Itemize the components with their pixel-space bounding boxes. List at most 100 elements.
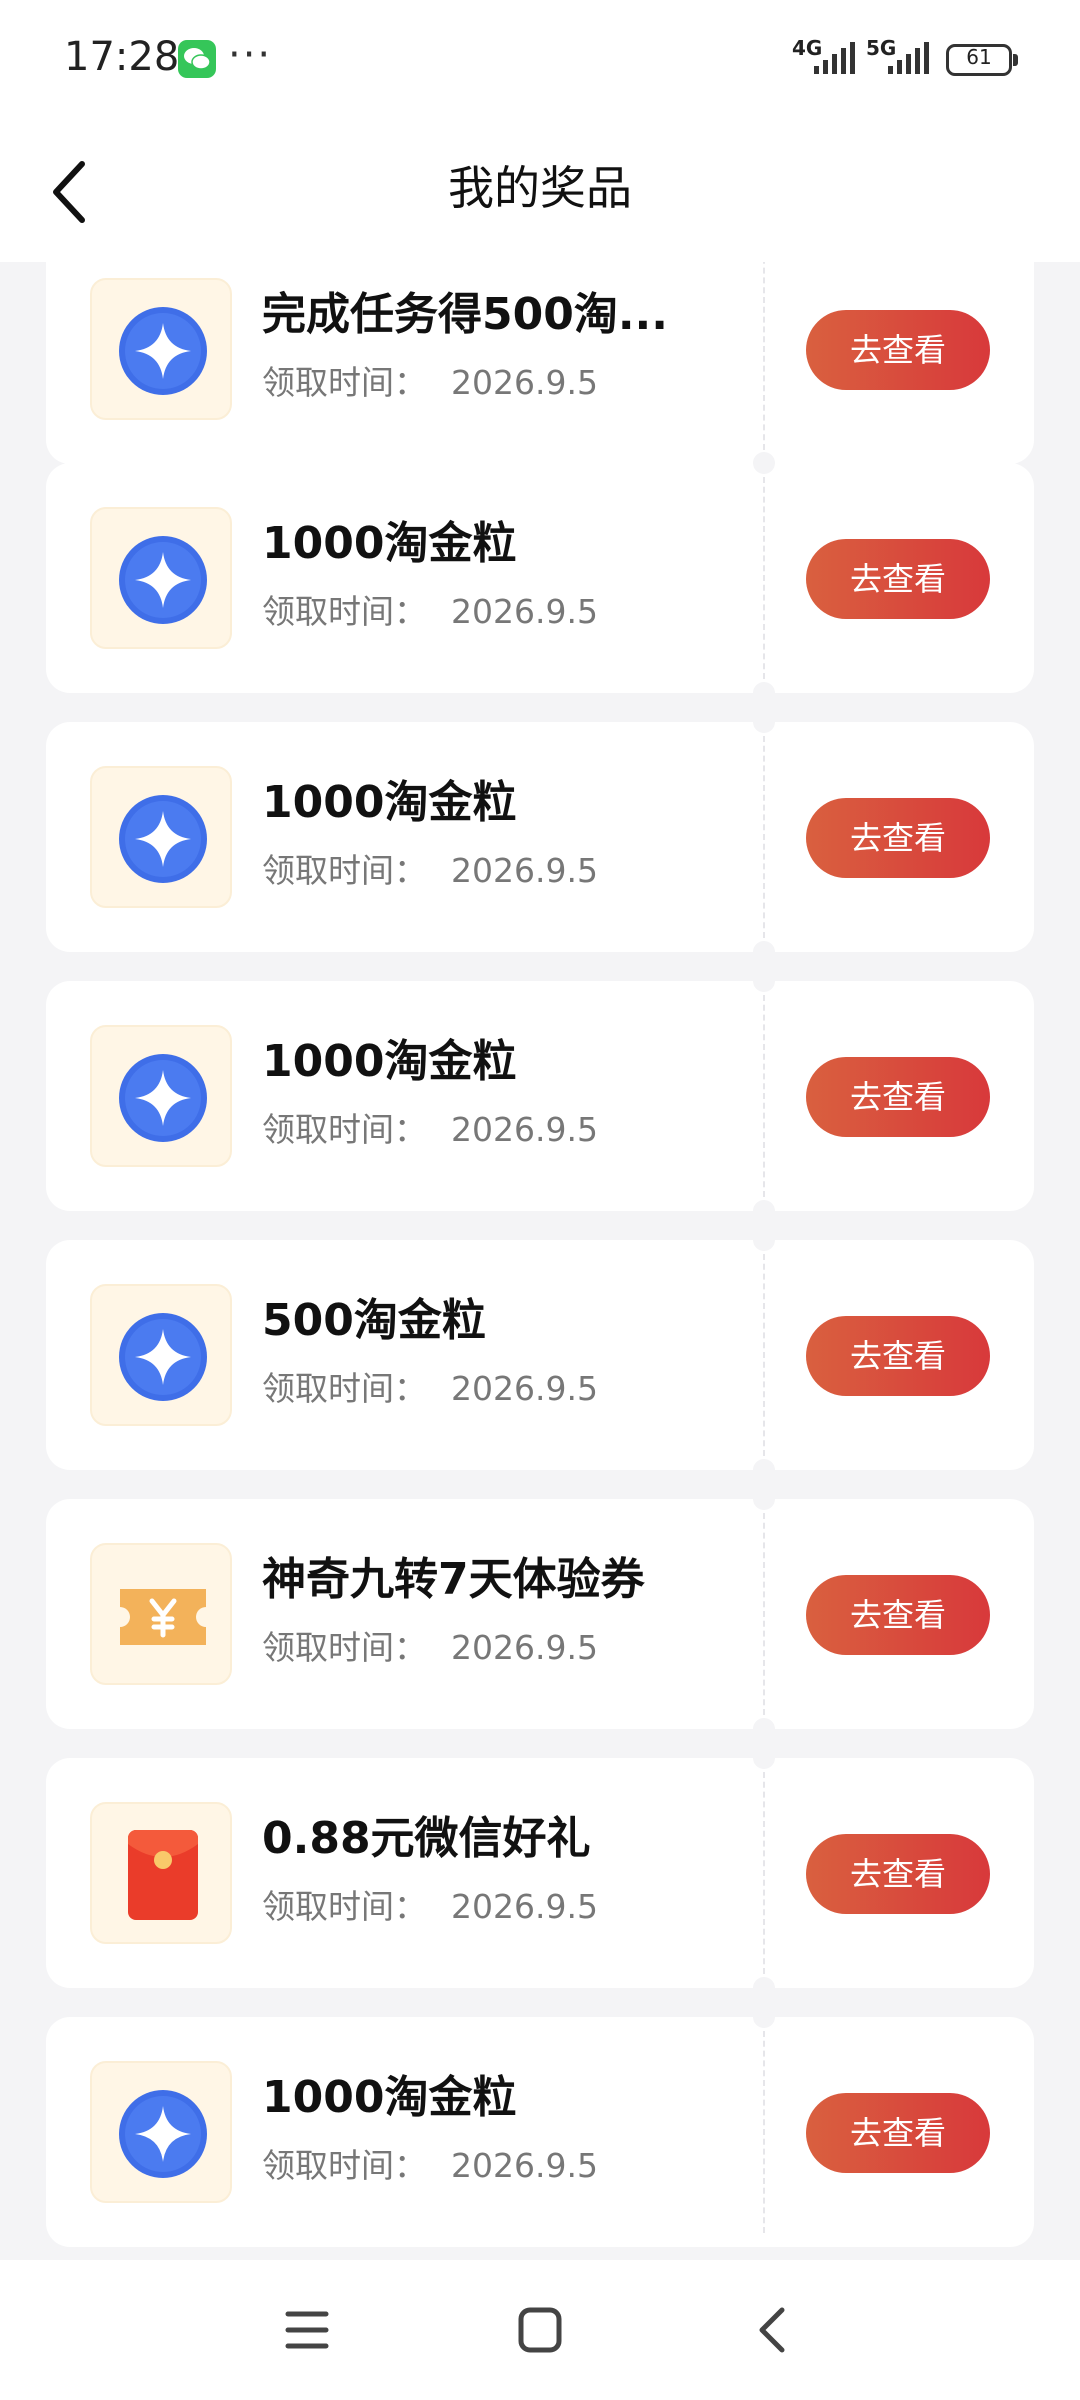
card-notch bbox=[753, 1747, 775, 1769]
prize-card: 0.88元微信好礼 领取时间： 2026.9.5 去查看 bbox=[46, 1747, 1034, 1999]
status-time: 17:28 bbox=[64, 34, 180, 80]
back-chevron-icon bbox=[759, 2307, 785, 2353]
view-prize-button[interactable]: 去查看 bbox=[806, 1575, 990, 1655]
prize-card: 完成任务得500淘... 领取时间： 2026.9.5 去查看 bbox=[46, 262, 1034, 475]
view-prize-button[interactable]: 去查看 bbox=[806, 1057, 990, 1137]
system-back-button[interactable] bbox=[738, 2300, 808, 2360]
prize-card: 1000淘金粒 领取时间： 2026.9.5 去查看 bbox=[46, 711, 1034, 963]
claim-time: 领取时间： 2026.9.5 bbox=[262, 585, 598, 633]
taojin-coin-icon bbox=[119, 1313, 207, 1401]
claim-time: 领取时间： 2026.9.5 bbox=[262, 844, 598, 892]
prize-thumbnail bbox=[90, 766, 232, 908]
claim-time-label: 领取时间： bbox=[262, 2146, 427, 2185]
card-notch bbox=[753, 682, 775, 704]
card-notch bbox=[753, 1977, 775, 1999]
battery-level: 61 bbox=[966, 45, 992, 69]
claim-date: 2026.9.5 bbox=[451, 1369, 598, 1408]
view-prize-button[interactable]: 去查看 bbox=[806, 2093, 990, 2173]
claim-time-label: 领取时间： bbox=[262, 851, 427, 890]
claim-time-label: 领取时间： bbox=[262, 1110, 427, 1149]
card-divider bbox=[763, 2031, 765, 2233]
claim-time: 领取时间： 2026.9.5 bbox=[262, 1103, 598, 1151]
card-divider bbox=[763, 262, 765, 450]
taojin-coin-icon bbox=[119, 536, 207, 624]
menu-icon bbox=[285, 2311, 329, 2349]
header-bar: 我的奖品 bbox=[0, 120, 1080, 262]
card-notch bbox=[753, 970, 775, 992]
prize-list[interactable]: 完成任务得500淘... 领取时间： 2026.9.5 去查看 1000淘金粒 领… bbox=[0, 262, 1080, 2260]
claim-time: 领取时间： 2026.9.5 bbox=[262, 1621, 598, 1669]
battery-tip bbox=[1013, 54, 1018, 66]
red-envelope-icon bbox=[128, 1830, 198, 1920]
view-prize-button[interactable]: 去查看 bbox=[806, 310, 990, 390]
claim-date: 2026.9.5 bbox=[451, 363, 598, 402]
claim-date: 2026.9.5 bbox=[451, 851, 598, 890]
claim-date: 2026.9.5 bbox=[451, 592, 598, 631]
prize-name: 1000淘金粒 bbox=[262, 777, 517, 828]
taojin-coin-icon bbox=[119, 307, 207, 395]
prize-thumbnail bbox=[90, 507, 232, 649]
prize-card: 1000淘金粒 领取时间： 2026.9.5 去查看 bbox=[46, 2006, 1034, 2247]
card-divider bbox=[763, 477, 765, 679]
card-notch bbox=[753, 1718, 775, 1740]
card-notch bbox=[753, 1229, 775, 1251]
signal-icon bbox=[814, 42, 855, 74]
prize-name: 神奇九转7天体验券 bbox=[262, 1554, 645, 1605]
prize-card: 1000淘金粒 领取时间： 2026.9.5 去查看 bbox=[46, 970, 1034, 1222]
recent-apps-button[interactable] bbox=[272, 2300, 342, 2360]
taojin-coin-icon bbox=[119, 1054, 207, 1142]
home-button[interactable] bbox=[505, 2300, 575, 2360]
prize-card: 500淘金粒 领取时间： 2026.9.5 去查看 bbox=[46, 1229, 1034, 1481]
claim-date: 2026.9.5 bbox=[451, 2146, 598, 2185]
prize-name: 完成任务得500淘... bbox=[262, 289, 668, 340]
more-notifications-icon: ··· bbox=[228, 32, 273, 78]
card-divider bbox=[763, 736, 765, 938]
claim-time-label: 领取时间： bbox=[262, 363, 427, 402]
home-square-icon bbox=[518, 2307, 562, 2353]
claim-time: 领取时间： 2026.9.5 bbox=[262, 1362, 598, 1410]
signal-icon bbox=[888, 42, 929, 74]
card-divider bbox=[763, 1772, 765, 1974]
prize-card: 1000淘金粒 领取时间： 2026.9.5 去查看 bbox=[46, 452, 1034, 704]
prize-name: 0.88元微信好礼 bbox=[262, 1813, 591, 1864]
prize-card: 神奇九转7天体验券 领取时间： 2026.9.5 去查看 bbox=[46, 1488, 1034, 1740]
card-divider bbox=[763, 995, 765, 1197]
view-prize-button[interactable]: 去查看 bbox=[806, 1834, 990, 1914]
taojin-coin-icon bbox=[119, 795, 207, 883]
claim-time-label: 领取时间： bbox=[262, 1887, 427, 1926]
card-notch bbox=[753, 2006, 775, 2028]
card-notch bbox=[753, 452, 775, 474]
prize-thumbnail bbox=[90, 1543, 232, 1685]
card-notch bbox=[753, 1200, 775, 1222]
taojin-coin-icon bbox=[119, 2090, 207, 2178]
prize-name: 1000淘金粒 bbox=[262, 1036, 517, 1087]
view-prize-button[interactable]: 去查看 bbox=[806, 539, 990, 619]
view-prize-button[interactable]: 去查看 bbox=[806, 1316, 990, 1396]
system-nav-bar bbox=[0, 2260, 1080, 2400]
card-notch bbox=[753, 941, 775, 963]
prize-name: 1000淘金粒 bbox=[262, 2072, 517, 2123]
card-notch bbox=[753, 1488, 775, 1510]
voucher-ticket-icon bbox=[120, 1589, 206, 1645]
claim-time: 领取时间： 2026.9.5 bbox=[262, 2139, 598, 2187]
card-notch bbox=[753, 711, 775, 733]
claim-date: 2026.9.5 bbox=[451, 1110, 598, 1149]
prize-name: 500淘金粒 bbox=[262, 1295, 486, 1346]
view-prize-button[interactable]: 去查看 bbox=[806, 798, 990, 878]
prize-thumbnail bbox=[90, 278, 232, 420]
card-notch bbox=[753, 1459, 775, 1481]
claim-time: 领取时间： 2026.9.5 bbox=[262, 1880, 598, 1928]
prize-thumbnail bbox=[90, 1025, 232, 1167]
card-divider bbox=[763, 1513, 765, 1715]
claim-time-label: 领取时间： bbox=[262, 592, 427, 631]
prize-thumbnail bbox=[90, 1284, 232, 1426]
card-divider bbox=[763, 1254, 765, 1456]
claim-date: 2026.9.5 bbox=[451, 1887, 598, 1926]
claim-time: 领取时间： 2026.9.5 bbox=[262, 356, 598, 404]
status-bar: 17:28 ··· 4G 5G 61 bbox=[0, 0, 1080, 120]
claim-time-label: 领取时间： bbox=[262, 1369, 427, 1408]
prize-thumbnail bbox=[90, 1802, 232, 1944]
page-title: 我的奖品 bbox=[448, 161, 632, 215]
wechat-icon bbox=[178, 40, 216, 78]
claim-date: 2026.9.5 bbox=[451, 1628, 598, 1667]
